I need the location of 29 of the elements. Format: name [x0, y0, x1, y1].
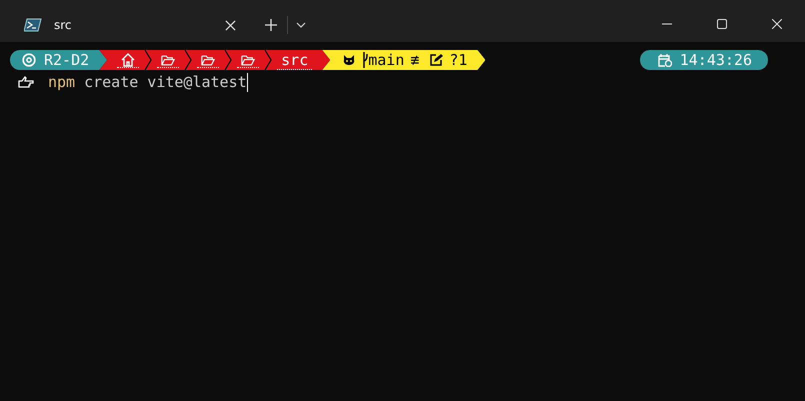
folder-icon: [197, 52, 220, 68]
command-name: npm: [48, 73, 76, 91]
chevron-icon: [184, 50, 192, 70]
clock-time: 14:43:26: [680, 51, 752, 69]
home-icon: [117, 52, 140, 68]
chevron-icon: [224, 50, 232, 70]
calendar-clock-icon: [658, 53, 672, 67]
edit-icon: [429, 53, 444, 67]
host-name: R2-D2: [44, 51, 90, 69]
powershell-icon: [24, 18, 42, 32]
changes-count: ?1: [449, 51, 468, 69]
text-cursor: [246, 72, 248, 92]
chevron-icon: [144, 50, 152, 70]
branch-name: main: [368, 51, 404, 69]
folder-icon: [157, 52, 180, 68]
folder-name: src: [277, 50, 312, 70]
command-arguments: create vite@latest: [84, 73, 247, 91]
disc-icon: [22, 53, 36, 67]
chevron-icon: [264, 50, 272, 70]
cat-icon: [342, 53, 356, 67]
close-icon[interactable]: [772, 19, 782, 29]
dropdown-icon[interactable]: [296, 22, 306, 28]
new-tab-icon[interactable]: [265, 19, 277, 31]
pointing-hand-icon: [18, 75, 34, 89]
maximize-icon[interactable]: [717, 19, 727, 29]
folder-icon: [237, 52, 260, 68]
sync-status: ≢: [410, 51, 420, 69]
branch-icon: [362, 52, 368, 68]
close-tab-icon[interactable]: [225, 20, 236, 30]
